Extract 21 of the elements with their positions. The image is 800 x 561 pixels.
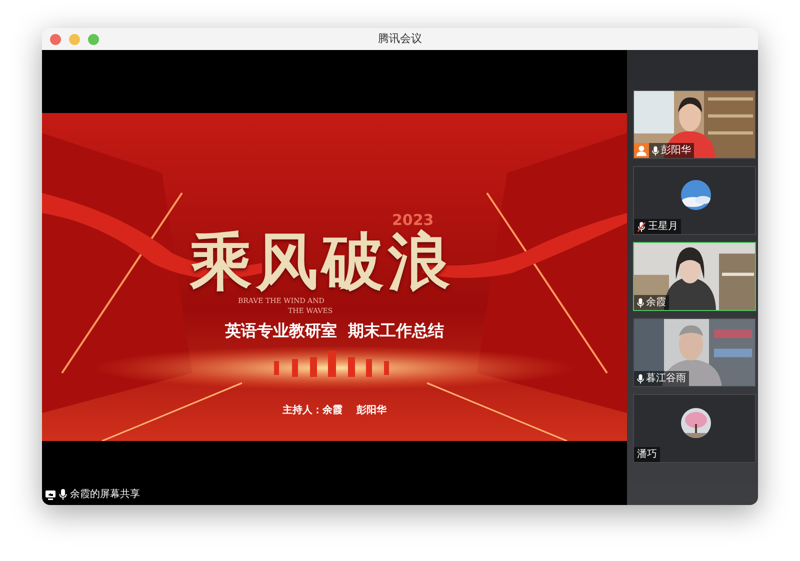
close-button[interactable] [50, 34, 61, 44]
participant-name: 王星月 [648, 220, 678, 234]
participant-name: 潘巧 [637, 448, 657, 462]
participant-name: 余霞 [646, 296, 666, 310]
participant-tile[interactable]: 余霞 [633, 242, 756, 311]
screen-share-icon [45, 490, 56, 500]
participant-tile[interactable]: 潘巧 [633, 394, 756, 463]
microphone-icon [59, 489, 67, 500]
participant-name: 彭阳华 [661, 144, 691, 158]
minimize-button[interactable] [69, 34, 80, 44]
participant-tile[interactable]: 彭阳华 [633, 90, 756, 159]
participant-tile[interactable]: 暮江谷雨 [633, 318, 756, 387]
slide-year: 2023 [392, 210, 434, 229]
slide-title: 乘风破浪 [190, 231, 454, 293]
screen-share-label: 余霞的屏幕共享 [70, 488, 140, 502]
slide-subtitle: 英语专业教研室 期末工作总结 [224, 320, 446, 342]
participant-tile[interactable]: 王星月 [633, 166, 756, 235]
participant-name: 暮江谷雨 [646, 372, 686, 386]
zoom-button[interactable] [88, 34, 99, 44]
slide-hosts: 主持人：余霞 彭阳华 [282, 403, 388, 418]
window-title: 腾讯会议 [378, 30, 422, 47]
